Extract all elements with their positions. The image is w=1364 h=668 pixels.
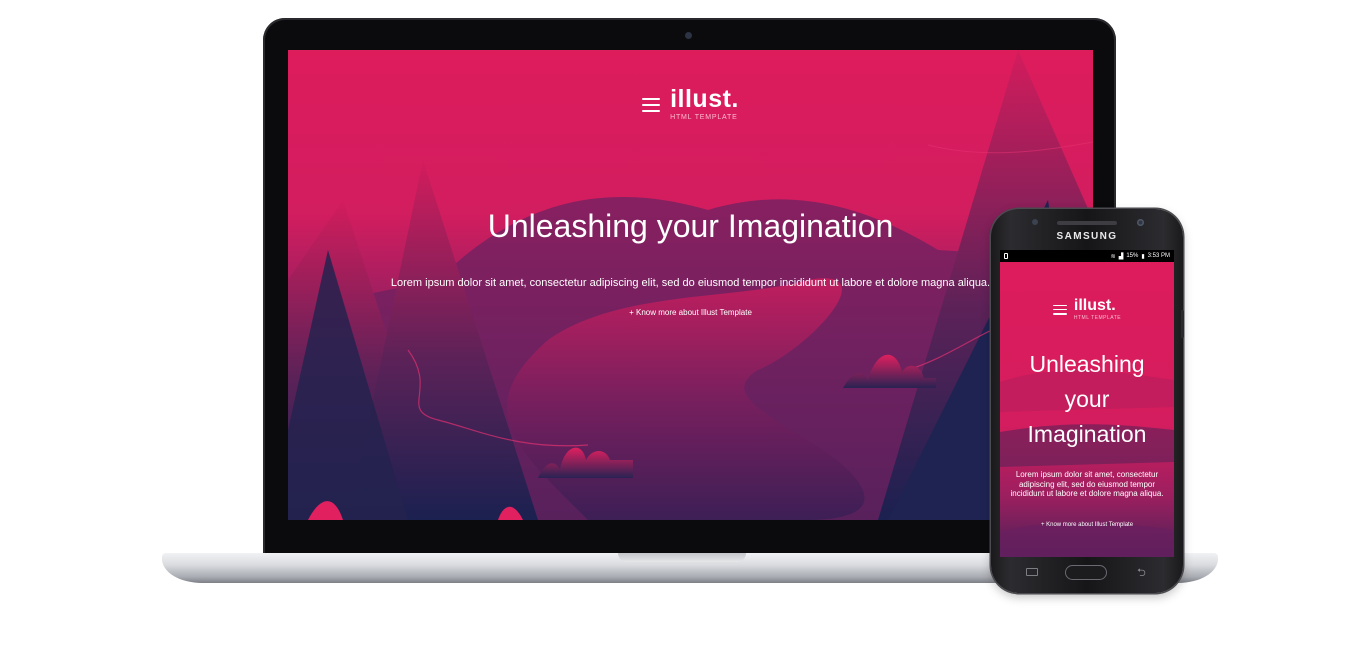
phone-logo-text: illust. — [1073, 297, 1116, 314]
status-bar: ≋ ▟ 15% ▮ 3:53 PM — [1000, 250, 1174, 262]
hamburger-menu-icon[interactable] — [642, 97, 661, 112]
phone-hero-body-text: Lorem ipsum dolor sit amet, consectetur … — [1010, 470, 1164, 498]
battery-icon: ▮ — [1141, 253, 1145, 260]
notification-icon — [1004, 253, 1008, 259]
status-right: ≋ ▟ 15% ▮ 3:53 PM — [1111, 253, 1170, 260]
phone-brand: SAMSUNG — [1056, 231, 1118, 242]
phone-site-logo[interactable]: illust. HTML TEMPLATE — [1073, 297, 1122, 322]
hero-heading: Unleashing your Imagination — [487, 208, 894, 244]
signal-icon: ▟ — [1118, 253, 1124, 260]
logo-subtitle: HTML TEMPLATE — [670, 114, 738, 121]
phone-nav-bar: ⮌ — [991, 558, 1183, 588]
battery-level: 15% — [1126, 253, 1139, 259]
laptop-screen: illust. HTML TEMPLATE Unleashing your Im… — [288, 50, 1093, 520]
phone-hero-heading: Unleashing your Imagination — [1027, 351, 1147, 447]
site-logo[interactable]: illust. HTML TEMPLATE — [670, 86, 739, 121]
status-time: 3:53 PM — [1147, 253, 1170, 259]
phone-camera-icon — [1137, 219, 1144, 226]
hero-body-text: Lorem ipsum dolor sit amet, consectetur … — [390, 277, 991, 289]
back-icon[interactable]: ⮌ — [1137, 564, 1146, 583]
know-more-link[interactable]: + Know more about Illust Template — [288, 308, 1093, 317]
site-header: illust. HTML TEMPLATE — [288, 86, 1093, 121]
laptop-camera-icon — [685, 32, 692, 39]
wifi-icon: ≋ — [1110, 253, 1116, 260]
phone-hero: illust. HTML TEMPLATE Unleashing your Im… — [1000, 262, 1174, 557]
home-button[interactable] — [1065, 565, 1107, 580]
phone-screen: ≋ ▟ 15% ▮ 3:53 PM illust. HTML TEMPLATE … — [1000, 250, 1174, 557]
phone-device: SAMSUNG ≋ ▟ 15% ▮ 3:53 PM illust. HTML T… — [991, 209, 1183, 593]
phone-sensor-icon — [1032, 219, 1038, 225]
phone-logo-subtitle: HTML TEMPLATE — [1073, 315, 1122, 321]
recent-apps-icon[interactable] — [1026, 568, 1038, 576]
phone-earpiece — [1057, 221, 1117, 225]
phone-site-header: illust. HTML TEMPLATE — [1000, 298, 1174, 321]
phone-hamburger-menu-icon[interactable] — [1052, 304, 1067, 315]
laptop-notch — [618, 553, 746, 562]
phone-know-more-link[interactable]: + Know more about Illust Template — [1000, 522, 1174, 528]
phone-side-button — [1181, 310, 1184, 338]
logo-text: illust. — [670, 85, 739, 113]
